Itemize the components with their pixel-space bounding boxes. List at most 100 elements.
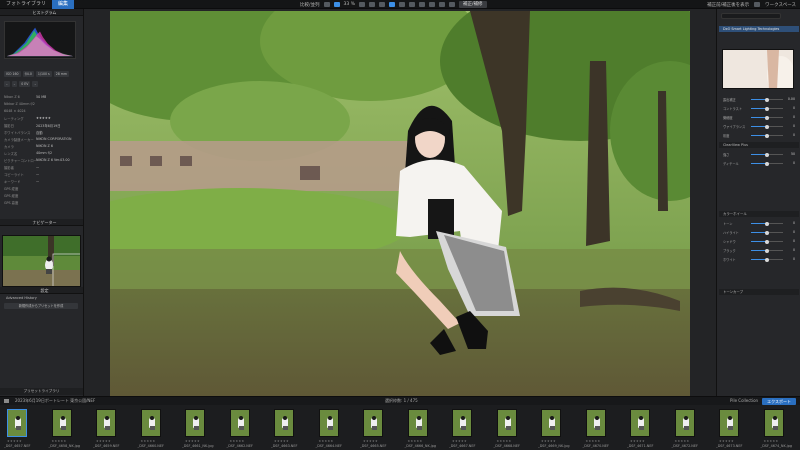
rating-stars[interactable]: ★★★★★ bbox=[52, 439, 67, 443]
slider-knob[interactable] bbox=[765, 230, 769, 235]
redeye-icon[interactable] bbox=[438, 2, 445, 7]
settings-header[interactable]: 設定 bbox=[0, 287, 83, 294]
slider-value[interactable]: 0 bbox=[793, 221, 795, 225]
section-tone-curve[interactable]: トーンカーブ bbox=[719, 289, 799, 295]
rating-stars[interactable]: ★★★★★ bbox=[185, 439, 200, 443]
mask-icon[interactable] bbox=[398, 2, 405, 7]
tab-edit[interactable]: 編集 bbox=[52, 0, 75, 9]
histogram-header[interactable]: ヒストグラム bbox=[0, 9, 83, 16]
slider-knob[interactable] bbox=[765, 124, 769, 129]
adjustment-slider[interactable]: ブラック 0 bbox=[721, 248, 797, 253]
slider-knob[interactable] bbox=[765, 221, 769, 226]
folder-path[interactable]: 2023年6月19日ポートレート 東京公園/NEF bbox=[15, 397, 95, 405]
rating-stars[interactable]: ★★★★★ bbox=[675, 439, 690, 443]
section-smart-lighting[interactable]: DxO Smart Lighting Technologies bbox=[719, 26, 799, 32]
rating-stars[interactable]: ★★★★★ bbox=[363, 439, 378, 443]
compare-label[interactable]: 比較/並列 bbox=[300, 2, 320, 8]
brush-icon[interactable] bbox=[408, 2, 415, 7]
slider-value[interactable]: 0 bbox=[793, 161, 795, 165]
slider-value[interactable]: 0 bbox=[793, 230, 795, 234]
adjustment-slider[interactable]: 微細度 0 bbox=[721, 115, 797, 120]
filmstrip-thumbnail[interactable]: ★★★★★ _DSF_4664.NEF bbox=[316, 407, 360, 450]
grid-icon[interactable] bbox=[323, 2, 330, 7]
slider-value[interactable]: 0 bbox=[793, 115, 795, 119]
rating-stars[interactable]: ★★★★★ bbox=[541, 439, 556, 443]
filmstrip-thumbnail[interactable]: ★★★★★ _DSF_4665.NEF bbox=[360, 407, 404, 450]
section-clearview[interactable]: ClearView Plus bbox=[719, 142, 799, 148]
slider-knob[interactable] bbox=[765, 161, 769, 166]
advanced-history-label[interactable]: Advanced History bbox=[6, 296, 37, 300]
slider-value[interactable]: 0 bbox=[793, 239, 795, 243]
before-preview[interactable] bbox=[722, 49, 794, 89]
section-color-wheel[interactable]: カラーホイール bbox=[719, 211, 799, 217]
filmstrip-thumbnail[interactable]: ★★★★★ _DSF_4668.NEF bbox=[494, 407, 538, 450]
repair-icon[interactable] bbox=[388, 2, 395, 7]
gradient-icon[interactable] bbox=[418, 2, 425, 7]
eyedropper-icon[interactable] bbox=[428, 2, 435, 7]
rating-stars[interactable]: ★★★★★ bbox=[497, 439, 512, 443]
filmstrip-thumbnail[interactable]: ★★★★★ _DSF_4658_NK.jpg bbox=[49, 407, 93, 450]
filmstrip-thumbnail[interactable]: ★★★★★ _DSF_4671.NEF bbox=[627, 407, 671, 450]
create-preset-button[interactable]: 新規作成からプリセットを作成 bbox=[4, 303, 78, 309]
adjustment-slider[interactable]: ハイライト 0 bbox=[721, 230, 797, 235]
rating-stars[interactable]: ★★★★★ bbox=[764, 439, 779, 443]
adjustment-slider[interactable]: トーン 0 bbox=[721, 221, 797, 226]
rating-stars[interactable]: ★★★★★ bbox=[319, 439, 334, 443]
slider-value[interactable]: 0 bbox=[793, 124, 795, 128]
filmstrip-thumbnail[interactable]: ★★★★★ _DSF_4660.NEF bbox=[138, 407, 182, 450]
workspace-icon[interactable] bbox=[754, 2, 761, 7]
straighten-icon[interactable] bbox=[378, 2, 385, 7]
slider-knob[interactable] bbox=[765, 133, 769, 138]
filmstrip-thumbnail[interactable]: ★★★★★ _DSF_4670.NEF bbox=[583, 407, 627, 450]
hand-icon[interactable] bbox=[358, 2, 365, 7]
rating-stars[interactable]: ★★★★★ bbox=[408, 439, 423, 443]
preset-library-footer[interactable]: プリセットライブラリ bbox=[0, 388, 83, 395]
slider-knob[interactable] bbox=[765, 257, 769, 262]
tab-photo-library[interactable]: フォトライブラリ bbox=[0, 0, 52, 9]
slider-value[interactable]: 0.00 bbox=[788, 97, 795, 101]
slider-knob[interactable] bbox=[765, 115, 769, 120]
adjustment-slider[interactable]: 彩度 0 bbox=[721, 133, 797, 138]
filmstrip-thumbnail[interactable]: ★★★★★ _DSF_4667.NEF bbox=[449, 407, 493, 450]
tool-search-input[interactable] bbox=[721, 13, 781, 19]
rating-stars[interactable]: ★★★★★ bbox=[230, 439, 245, 443]
slider-knob[interactable] bbox=[765, 239, 769, 244]
fit-icon[interactable] bbox=[333, 2, 340, 7]
repair-button[interactable]: 補正/補修 bbox=[458, 1, 487, 8]
rating-stars[interactable]: ★★★★★ bbox=[96, 439, 111, 443]
rating-stars[interactable]: ★★★★★ bbox=[719, 439, 734, 443]
filmstrip-thumbnail[interactable]: ★★★★★ _DSF_4657.NEF bbox=[4, 407, 48, 450]
filmstrip-thumbnail[interactable]: ★★★★★ _DSF_4663.NEF bbox=[271, 407, 315, 450]
adjustment-slider[interactable]: 露出補正 0.00 bbox=[721, 97, 797, 102]
rating-stars[interactable]: ★★★★★ bbox=[274, 439, 289, 443]
zoom-value[interactable]: 33 % bbox=[344, 2, 355, 7]
collection-label[interactable]: Pile Collection bbox=[730, 397, 758, 405]
export-button[interactable]: エクスポート bbox=[762, 397, 796, 405]
navigator-preview[interactable] bbox=[2, 235, 81, 287]
adjustment-slider[interactable]: コントラスト 0 bbox=[721, 106, 797, 111]
slider-knob[interactable] bbox=[765, 152, 769, 157]
slider-value[interactable]: 0 bbox=[793, 248, 795, 252]
rating-stars[interactable]: ★★★★★ bbox=[7, 439, 22, 443]
rating-stars[interactable]: ★★★★★ bbox=[452, 439, 467, 443]
crop-icon[interactable] bbox=[368, 2, 375, 7]
slider-value[interactable]: 50 bbox=[791, 152, 795, 156]
slider-value[interactable]: 0 bbox=[793, 133, 795, 137]
rating-stars[interactable]: ★★★★★ bbox=[586, 439, 601, 443]
slider-value[interactable]: 0 bbox=[793, 106, 795, 110]
filmstrip-thumbnail[interactable]: ★★★★★ _DSF_4666_NK.jpg bbox=[405, 407, 449, 450]
adjustment-slider[interactable]: シャドウ 0 bbox=[721, 239, 797, 244]
filmstrip-thumbnail[interactable]: ★★★★★ _DSF_4669_NK.jpg bbox=[538, 407, 582, 450]
filmstrip-thumbnail[interactable]: ★★★★★ _DSF_4661_NK.jpg bbox=[182, 407, 226, 450]
filmstrip-thumbnail[interactable]: ★★★★★ _DSF_4659.NEF bbox=[93, 407, 137, 450]
workspace-label[interactable]: ワークスペース bbox=[765, 2, 796, 8]
watermark-icon[interactable] bbox=[448, 2, 455, 7]
slider-knob[interactable] bbox=[765, 248, 769, 253]
adjustment-slider[interactable]: ホワイト 0 bbox=[721, 257, 797, 262]
adjustment-slider[interactable]: ヴァイブランス 0 bbox=[721, 124, 797, 129]
filmstrip-thumbnail[interactable]: ★★★★★ _DSF_4672.NEF bbox=[672, 407, 716, 450]
adjustment-slider[interactable]: ディテール 0 bbox=[721, 161, 797, 166]
filmstrip-thumbnail[interactable]: ★★★★★ _DSF_4674_NK.jpg bbox=[761, 407, 800, 450]
rating-stars[interactable]: ★★★★★ bbox=[141, 439, 156, 443]
slider-value[interactable]: 0 bbox=[793, 257, 795, 261]
